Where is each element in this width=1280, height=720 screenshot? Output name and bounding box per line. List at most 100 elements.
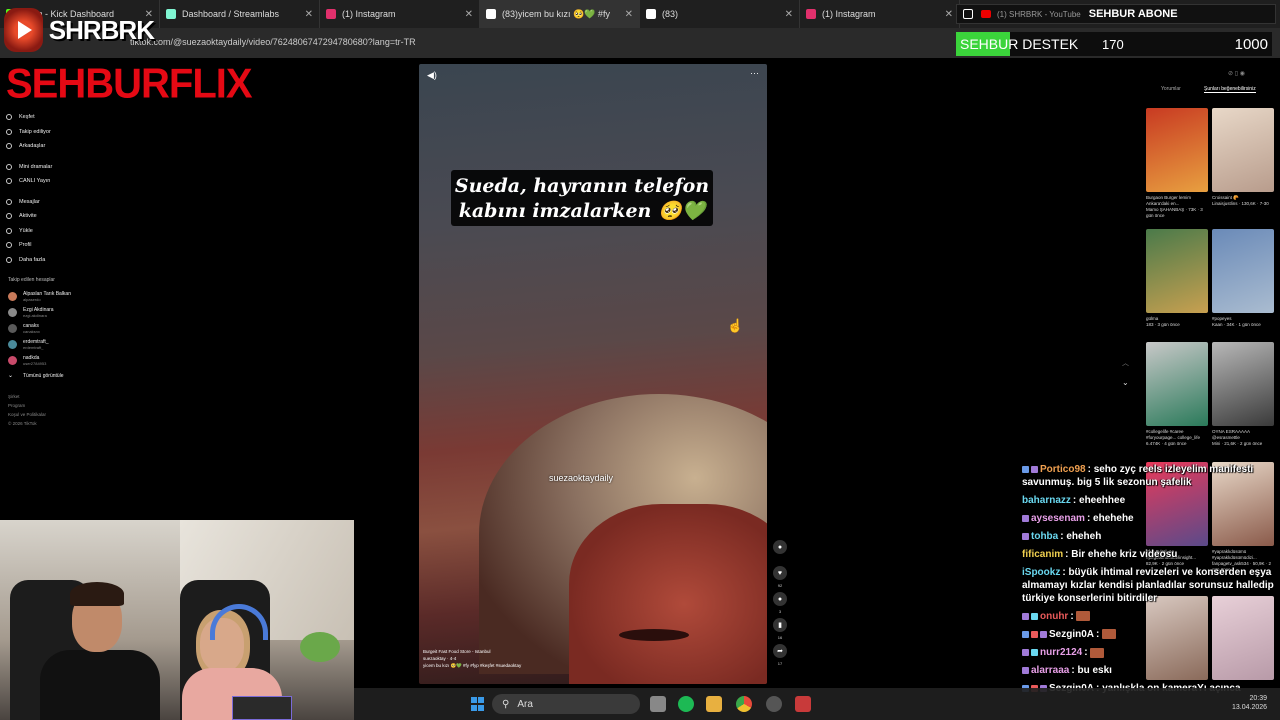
- following-name: canaks: [23, 322, 39, 329]
- following-item[interactable]: Ezgi Akdinara ezgi.akdinara: [8, 304, 128, 320]
- bookmark-icon[interactable]: ▮: [773, 618, 787, 632]
- scroll-up-icon[interactable]: ︿: [1122, 358, 1129, 368]
- video-description: yicem bu kızı 🥺💚 #fy #fyp #keşfet #sueda…: [423, 663, 522, 668]
- browser-tab[interactable]: (83) ✕: [640, 0, 800, 28]
- cam-person-left-hair: [70, 582, 124, 606]
- goal-max: 1000: [1234, 36, 1268, 53]
- following-item[interactable]: Alpaslan Tarık Balkan alpaserdo: [8, 288, 128, 304]
- close-tab-icon[interactable]: ✕: [465, 9, 473, 20]
- like-icon[interactable]: ♥: [773, 566, 787, 580]
- following-item[interactable]: nadkda user2784953: [8, 352, 128, 368]
- see-all-link[interactable]: ⌄ Tümünü görüntüle: [8, 368, 128, 384]
- sidebar-item[interactable]: Takip ediliyor: [6, 125, 126, 140]
- sidebar-item[interactable]: Mesajlar: [6, 195, 126, 210]
- browser-tab[interactable]: (1) Instagram ✕: [320, 0, 480, 28]
- browser-tab[interactable]: (83)yicem bu kızı 🥺💚 #fy ✕: [480, 0, 640, 28]
- system-clock[interactable]: 20:39 13.04.2026: [1232, 694, 1267, 712]
- close-tab-icon[interactable]: ✕: [785, 9, 793, 20]
- sidebar-item[interactable]: Daha fazla: [6, 253, 126, 268]
- chat-username[interactable]: baharnazz: [1022, 495, 1071, 506]
- close-tab-icon[interactable]: ✕: [305, 9, 313, 20]
- following-item[interactable]: canaks canaksnx: [8, 320, 128, 336]
- avatar: [8, 291, 17, 301]
- sidebar-item[interactable]: Yükle: [6, 224, 126, 239]
- video-thumbnail[interactable]: [1212, 108, 1274, 192]
- sidebar-nav: Keşfet Takip ediliyor Arkadaşlar Mini drama…: [6, 110, 126, 267]
- window-icon[interactable]: ▯: [1235, 71, 1238, 77]
- close-tab-icon[interactable]: ✕: [625, 9, 633, 20]
- chat-username[interactable]: aysesenam: [1031, 513, 1085, 524]
- author-avatar-icon[interactable]: ●: [773, 540, 787, 554]
- chat-username[interactable]: fificanim: [1022, 549, 1063, 560]
- sidebar-item-label: Yükle: [19, 227, 33, 234]
- chrome-icon[interactable]: [736, 696, 752, 712]
- browser-tab[interactable]: (1) Instagram ✕: [800, 0, 960, 28]
- chat-username[interactable]: Portico98: [1040, 464, 1086, 475]
- browser-tab[interactable]: Dashboard / Streamlabs ✕: [160, 0, 320, 28]
- emote-icon: [1102, 629, 1117, 640]
- nav-icon: [6, 128, 12, 135]
- windows-start-icon[interactable]: [471, 697, 485, 711]
- file-explorer-icon[interactable]: [706, 696, 722, 712]
- settings-gear-icon[interactable]: [766, 696, 782, 712]
- thumbnail-caption: gülma 183 · 3 gün önce: [1146, 316, 1208, 328]
- badge-icon: [1031, 465, 1038, 473]
- url-field[interactable]: tiktok.com/@suezaoktaydaily/video/762480…: [130, 37, 416, 47]
- video-thumbnail[interactable]: [1212, 229, 1274, 313]
- video-author[interactable]: suezaoktay · 4-4: [423, 655, 521, 662]
- chat-username[interactable]: Sezgin0A: [1049, 629, 1094, 640]
- sidebar-item[interactable]: Mini dramalar: [6, 160, 126, 175]
- sidebar-item[interactable]: Profil: [6, 238, 126, 253]
- screen: ream - Kick Dashboard ✕ Dashboard / Stream…: [0, 0, 1280, 720]
- chat-username[interactable]: alarraaa: [1031, 665, 1069, 676]
- streamlabs-icon: [166, 9, 176, 19]
- thumbnail-title: OYNA ESRAAAAA @esrasmettle: [1212, 429, 1250, 440]
- video-thumbnail[interactable]: [1146, 108, 1208, 192]
- mouse-cursor-icon: ☝: [727, 318, 744, 333]
- panel-icons: ⊘ ▯ ◉: [1228, 70, 1245, 77]
- close-tab-icon[interactable]: ✕: [945, 9, 953, 20]
- tab-title: (1) Instagram: [822, 9, 876, 19]
- comment-icon[interactable]: ●: [773, 592, 787, 606]
- sidebar-item[interactable]: CANLI Yayın: [6, 174, 126, 189]
- footer-link[interactable]: Şirket: [8, 392, 46, 401]
- video-thumbnail[interactable]: [1146, 229, 1208, 313]
- search-placeholder: Ara: [517, 698, 533, 710]
- settings-icon[interactable]: ⊘: [1228, 71, 1233, 77]
- obs-app-icon[interactable]: [795, 696, 811, 712]
- footer-link[interactable]: Koşul ve Politikalar: [8, 410, 46, 419]
- video-thumbnail[interactable]: [1212, 342, 1274, 426]
- chat-username[interactable]: onuhr: [1040, 611, 1068, 622]
- chat-username[interactable]: nurr2124: [1040, 647, 1082, 658]
- footer-link[interactable]: Program: [8, 401, 46, 410]
- more-options-icon[interactable]: ···: [750, 68, 759, 78]
- chat-username[interactable]: tohba: [1031, 531, 1058, 542]
- video-info: Burgeit Fast Food Store - Istanbul sueza…: [423, 648, 521, 669]
- following-item[interactable]: erdemtraft_ erdemtraft_: [8, 336, 128, 352]
- badge-icon: [1022, 465, 1029, 473]
- tab-comments[interactable]: Yorumlar: [1161, 86, 1181, 92]
- video-thumbnail[interactable]: [1146, 342, 1208, 426]
- sidebar-item-label: Mini dramalar: [19, 163, 53, 170]
- task-view-icon[interactable]: [650, 696, 666, 712]
- video-actions: ● ♥ 92 ● 3 ▮ 16 ➦ 17: [770, 540, 790, 670]
- share-icon[interactable]: ➦: [773, 644, 787, 658]
- scroll-down-icon[interactable]: ⌄: [1122, 378, 1129, 387]
- footer-link[interactable]: © 2026 TikTok: [8, 419, 46, 428]
- chat-username[interactable]: iSpookz: [1022, 567, 1060, 578]
- video-location[interactable]: Burgeit Fast Food Store - Istanbul: [423, 648, 521, 655]
- video-frame-face: [569, 504, 767, 684]
- taskbar-search[interactable]: ⚲ Ara: [492, 694, 640, 714]
- badge-icon: [1022, 649, 1029, 656]
- sidebar-item[interactable]: Arkadaşlar: [6, 139, 126, 154]
- volume-icon[interactable]: ◀): [427, 70, 437, 81]
- channel-logo: SHRBRK: [4, 4, 155, 56]
- video-player[interactable]: ◀) ··· Sueda, hayranın telefon kabını im…: [419, 64, 767, 684]
- tab-recommended[interactable]: Şunları beğenebilirsiniz: [1204, 86, 1256, 93]
- thumbnail-caption: Burgaon Burger lemim Ankara'daki en... Ma…: [1146, 195, 1208, 219]
- sidebar-item[interactable]: Aktivite: [6, 209, 126, 224]
- profile-icon[interactable]: ◉: [1240, 71, 1245, 77]
- sidebar-item[interactable]: Keşfet: [6, 110, 126, 125]
- goal-label: SEHBUR DESTEK: [960, 36, 1079, 52]
- spotify-icon[interactable]: [678, 696, 694, 712]
